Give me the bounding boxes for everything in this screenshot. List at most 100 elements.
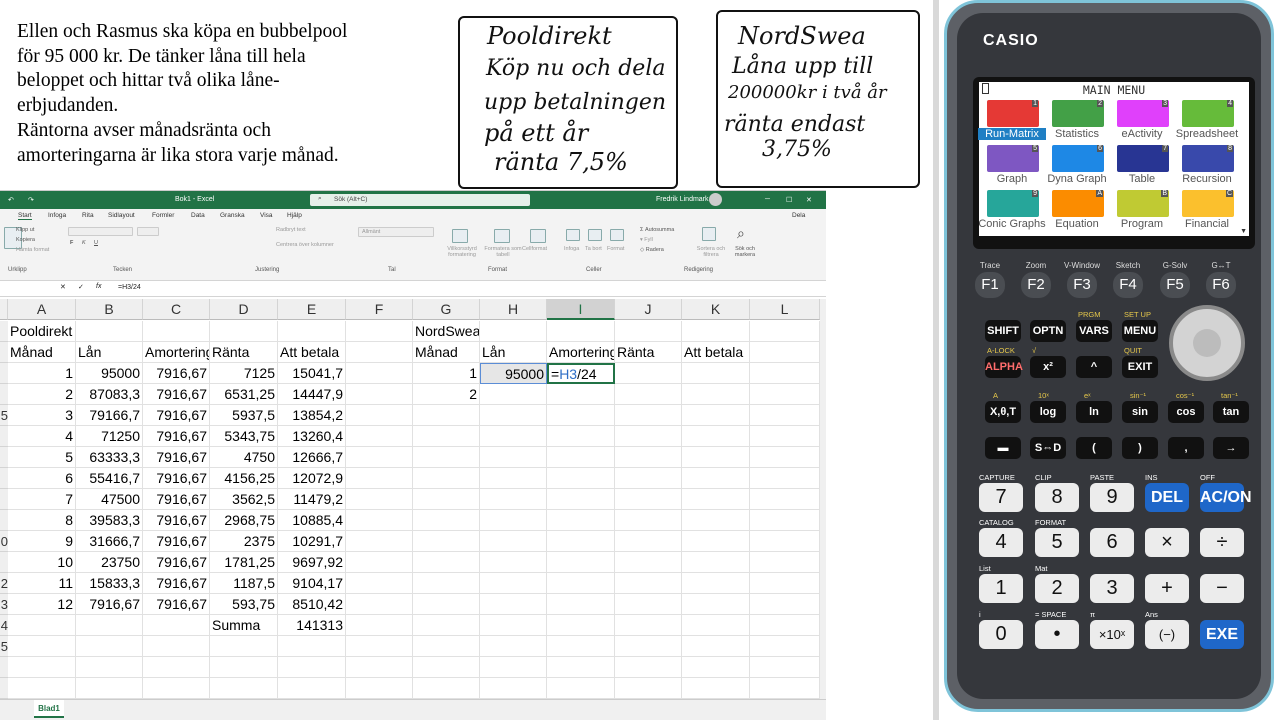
grid-cell[interactable] — [413, 615, 480, 636]
table-cell[interactable]: 39583,3 — [76, 510, 143, 531]
grid-cell[interactable] — [615, 468, 682, 489]
grid-cell[interactable] — [750, 636, 820, 657]
grid-cell[interactable] — [547, 321, 615, 342]
grid-cell[interactable] — [346, 489, 413, 510]
grid-cell[interactable] — [682, 636, 750, 657]
table-cell[interactable]: 7916,67 — [143, 489, 210, 510]
grid-cell[interactable] — [143, 678, 210, 699]
column-label[interactable]: Månad — [413, 342, 480, 363]
grid-cell[interactable] — [682, 321, 750, 342]
app-spreadsheet[interactable]: 4 Spreadsheet — [1176, 98, 1238, 142]
key-row3[interactable]: cos — [1168, 401, 1204, 423]
font-size-box[interactable] — [137, 227, 159, 236]
grid-cell[interactable] — [346, 405, 413, 426]
grid-cell[interactable] — [750, 426, 820, 447]
undo-icon[interactable]: ↶ — [8, 196, 14, 204]
grid-cell[interactable] — [615, 573, 682, 594]
table-cell[interactable]: 95000 — [76, 363, 143, 384]
grid-cell[interactable] — [750, 384, 820, 405]
key-row4[interactable]: ▬ — [985, 437, 1021, 459]
row-header[interactable] — [0, 426, 8, 447]
row-header[interactable]: 5 — [0, 405, 8, 426]
key-num3[interactable]: 1 — [979, 574, 1023, 603]
function-icon[interactable]: fx — [96, 283, 101, 290]
grid-cell[interactable] — [143, 321, 210, 342]
grid-cell[interactable] — [682, 510, 750, 531]
key-num1[interactable]: 7 — [979, 483, 1023, 512]
format-painter-button[interactable]: Hämta format — [16, 247, 49, 253]
grid-cell[interactable] — [480, 678, 547, 699]
row-header[interactable]: 3 — [0, 594, 8, 615]
conditional-format-button[interactable]: Villkorsstyrd formatering — [440, 246, 484, 258]
grid-cell[interactable] — [615, 510, 682, 531]
grid-cell[interactable] — [682, 363, 750, 384]
table-cell[interactable]: 4156,25 — [210, 468, 278, 489]
grid-cell[interactable] — [682, 468, 750, 489]
key-row3[interactable]: tan — [1213, 401, 1249, 423]
table-cell[interactable]: 9697,92 — [278, 552, 346, 573]
app-financial[interactable]: C Financial — [1177, 188, 1237, 232]
tab-start[interactable]: Start — [18, 212, 32, 220]
table-cell[interactable]: 7916,67 — [143, 531, 210, 552]
app-statistics[interactable]: 2 Statistics — [1047, 98, 1107, 142]
table-cell[interactable]: 7916,67 — [143, 405, 210, 426]
app-recursion[interactable]: 8 Recursion — [1177, 143, 1237, 187]
grid-cell[interactable] — [615, 426, 682, 447]
grid-cell[interactable] — [547, 489, 615, 510]
grid-cell[interactable] — [480, 573, 547, 594]
tab-formler[interactable]: Formler — [152, 212, 174, 219]
key-num2[interactable]: 5 — [1035, 528, 1079, 557]
column-header-e[interactable]: E — [278, 299, 346, 320]
grid-cell[interactable] — [143, 657, 210, 678]
table-cell[interactable]: 12666,7 — [278, 447, 346, 468]
grid-cell[interactable] — [615, 489, 682, 510]
grid-cell[interactable] — [682, 594, 750, 615]
minimize-icon[interactable]: ─ — [765, 196, 770, 203]
grid-cell[interactable] — [346, 636, 413, 657]
grid-cell[interactable] — [750, 594, 820, 615]
key-num2[interactable]: 6 — [1090, 528, 1134, 557]
grid-cell[interactable] — [615, 615, 682, 636]
sum-label[interactable]: Summa — [210, 615, 278, 636]
column-header-f[interactable]: F — [346, 299, 413, 320]
grid-cell[interactable] — [750, 678, 820, 699]
tab-data[interactable]: Data — [191, 212, 205, 219]
referenced-cell[interactable]: 95000 — [480, 363, 547, 384]
grid-cell[interactable] — [750, 363, 820, 384]
column-label[interactable]: Att betala — [682, 342, 750, 363]
table-cell[interactable]: 5937,5 — [210, 405, 278, 426]
table-cell[interactable]: 7 — [8, 489, 76, 510]
grid-cell[interactable] — [76, 657, 143, 678]
table-cell[interactable]: 7916,67 — [143, 510, 210, 531]
grid-cell[interactable] — [346, 426, 413, 447]
grid-cell[interactable] — [413, 510, 480, 531]
column-header-c[interactable]: C — [143, 299, 210, 320]
row-header[interactable]: 2 — [0, 573, 8, 594]
table-cell[interactable]: 11479,2 — [278, 489, 346, 510]
grid-cell[interactable] — [615, 447, 682, 468]
key-num3[interactable]: − — [1200, 574, 1244, 603]
grid-cell[interactable] — [346, 342, 413, 363]
key-row4[interactable]: ) — [1122, 437, 1158, 459]
key-num3[interactable]: + — [1145, 574, 1189, 603]
share-button[interactable]: Dela — [792, 212, 805, 219]
wrap-text-button[interactable]: Radbryt text — [276, 227, 306, 233]
fkey-f4[interactable]: F4 — [1113, 272, 1143, 298]
autosum-button[interactable]: Σ Autosumma — [640, 227, 674, 233]
grid-cell[interactable] — [413, 594, 480, 615]
grid-cell[interactable] — [750, 657, 820, 678]
grid-cell[interactable] — [76, 615, 143, 636]
row-header[interactable]: 5 — [0, 636, 8, 657]
formula-input[interactable]: =H3/24 — [118, 284, 141, 291]
grid-cell[interactable] — [750, 531, 820, 552]
table-cell[interactable]: 1781,25 — [210, 552, 278, 573]
table-cell[interactable]: 7916,67 — [143, 447, 210, 468]
row-header[interactable] — [0, 552, 8, 573]
key-menu[interactable]: MENU — [1122, 320, 1158, 342]
table-cell[interactable]: 2375 — [210, 531, 278, 552]
grid-cell[interactable] — [480, 552, 547, 573]
key-num4[interactable]: 0 — [979, 620, 1023, 649]
row-header[interactable] — [0, 321, 8, 342]
column-header-l[interactable]: L — [750, 299, 820, 320]
vertical-scrollbar[interactable] — [820, 299, 826, 699]
